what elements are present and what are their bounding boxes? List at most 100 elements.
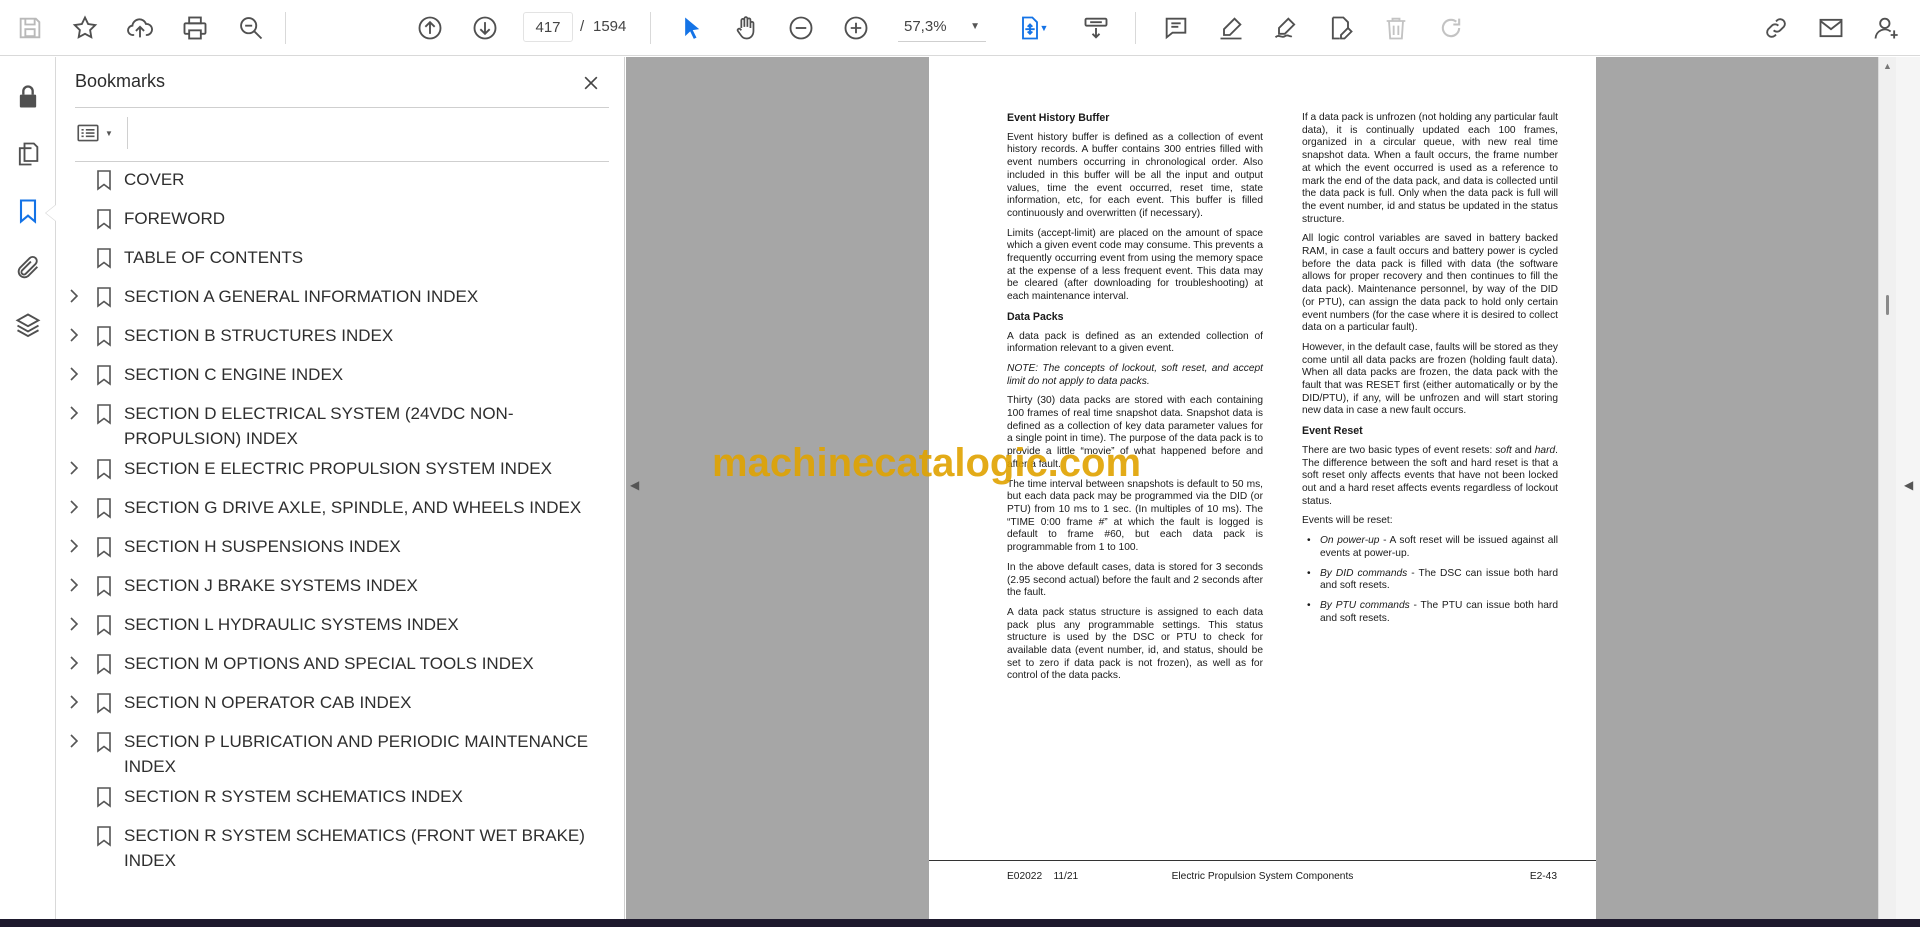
star-icon[interactable] (65, 8, 105, 48)
close-icon[interactable] (577, 69, 605, 97)
footer-page-number: E2-43 (1529, 871, 1557, 882)
chevron-right-icon[interactable] (67, 288, 81, 304)
bookmark-label: SECTION N OPERATOR CAB INDEX (124, 693, 412, 712)
paragraph: The time interval between snapshots is d… (1007, 478, 1263, 554)
text-run: soft (1495, 444, 1512, 456)
note: NOTE: The concepts of lockout, soft rese… (1007, 362, 1263, 387)
collapse-left-panel-icon[interactable]: ◀ (630, 478, 639, 492)
save-icon[interactable] (10, 8, 50, 48)
bookmarks-panel: Bookmarks ▼ COVER FOREWORD TABLE OF CONTEN… (57, 57, 625, 919)
paragraph: In the above default cases, data is stor… (1007, 561, 1263, 599)
chevron-right-icon[interactable] (67, 577, 81, 593)
vertical-scrollbar[interactable]: ▲ (1878, 57, 1896, 919)
chevron-right-icon[interactable] (67, 499, 81, 515)
bookmark-label: SECTION D ELECTRICAL SYSTEM (24VDC NON-P… (124, 404, 514, 448)
highlight-icon[interactable] (1211, 8, 1251, 48)
share-link-icon[interactable] (1756, 8, 1796, 48)
bookmark-label: SECTION J BRAKE SYSTEMS INDEX (124, 576, 418, 595)
section-heading: Data Packs (1007, 310, 1064, 323)
scrollbar-thumb[interactable] (1886, 295, 1889, 315)
chevron-right-icon[interactable] (67, 538, 81, 554)
page-separator: / (580, 18, 585, 35)
pdf-page: Event History Buffer Event history buffe… (929, 57, 1596, 919)
bookmark-options-button[interactable]: ▼ (75, 117, 123, 149)
chevron-down-icon: ▼ (970, 21, 980, 32)
upload-icon[interactable] (120, 8, 160, 48)
bookmark-label: SECTION L HYDRAULIC SYSTEMS INDEX (124, 615, 459, 634)
scroll-up-icon[interactable]: ▲ (1883, 61, 1892, 71)
bookmark-icon (95, 325, 113, 347)
bookmark-label: SECTION A GENERAL INFORMATION INDEX (124, 287, 479, 306)
zoom-value: 57,3% (904, 18, 947, 35)
paragraph: All logic control variables are saved in… (1302, 233, 1558, 334)
page-number-input[interactable]: 417 (523, 12, 573, 42)
divider (75, 107, 609, 108)
comment-icon[interactable] (1156, 8, 1196, 48)
zoom-search-icon[interactable] (231, 8, 271, 48)
bookmark-label: SECTION E ELECTRIC PROPULSION SYSTEM IND… (124, 459, 552, 478)
bookmark-icon (95, 403, 113, 425)
paragraph: There are two basic types of event reset… (1302, 445, 1558, 509)
bookmark-icon (95, 786, 113, 808)
chevron-right-icon[interactable] (67, 405, 81, 421)
bookmark-label: SECTION R SYSTEM SCHEMATICS INDEX (124, 787, 463, 806)
chevron-down-icon[interactable]: ▼ (1036, 8, 1052, 48)
paragraph: A data pack status structure is assigned… (1007, 606, 1263, 682)
bookmark-icon (95, 825, 113, 847)
chevron-right-icon[interactable] (67, 460, 81, 476)
paragraph: Event history buffer is defined as a col… (1007, 131, 1263, 219)
paragraph: Limits (accept-limit) are placed on the … (1007, 227, 1263, 303)
chevron-right-icon[interactable] (67, 694, 81, 710)
bookmark-icon (95, 169, 113, 191)
active-panel-pointer (46, 205, 56, 221)
bookmark-icon (95, 653, 113, 675)
chevron-down-icon: ▼ (105, 128, 113, 138)
chevron-right-icon[interactable] (67, 733, 81, 749)
bookmark-label: SECTION M OPTIONS AND SPECIAL TOOLS INDE… (124, 654, 534, 673)
edit-fill-icon[interactable] (1321, 8, 1361, 48)
zoom-in-icon[interactable] (836, 8, 876, 48)
print-icon[interactable] (175, 8, 215, 48)
prev-page-icon[interactable] (410, 8, 450, 48)
text-run: By DID commands (1320, 567, 1408, 579)
text-run: On power-up (1320, 535, 1380, 547)
paragraph: However, in the default case, faults wil… (1302, 341, 1558, 417)
account-icon[interactable] (1866, 8, 1906, 48)
bookmark-icon (95, 692, 113, 714)
sign-icon[interactable] (1266, 8, 1306, 48)
text-run: By PTU commands (1320, 599, 1410, 611)
bookmark-icon (95, 575, 113, 597)
select-cursor-icon[interactable] (671, 8, 711, 48)
bookmark-icon (95, 364, 113, 386)
list-item: On power-up - A soft reset will be issue… (1302, 535, 1558, 560)
page-column-left: Event History Buffer Event history buffe… (1007, 112, 1263, 690)
chevron-right-icon[interactable] (67, 327, 81, 343)
delete-icon[interactable] (1376, 8, 1416, 48)
chevron-right-icon[interactable] (67, 655, 81, 671)
zoom-select[interactable]: 57,3% ▼ (898, 12, 986, 42)
next-page-icon[interactable] (465, 8, 505, 48)
bookmark-label: SECTION H SUSPENSIONS INDEX (124, 537, 401, 556)
bookmark-icon (95, 497, 113, 519)
attachment-icon[interactable] (8, 248, 48, 288)
redo-icon[interactable] (1431, 8, 1471, 48)
bookmark-label: TABLE OF CONTENTS (124, 248, 304, 267)
hand-icon[interactable] (726, 8, 766, 48)
lock-icon[interactable] (8, 77, 48, 117)
chevron-right-icon[interactable] (67, 616, 81, 632)
bullet-list: On power-up - A soft reset will be issue… (1302, 535, 1558, 625)
footer-doc-code: E02022 11/21 (1007, 871, 1079, 882)
email-icon[interactable] (1811, 8, 1851, 48)
scroll-mode-icon[interactable] (1076, 8, 1116, 48)
panel-title: Bookmarks (75, 71, 166, 91)
expand-right-panel-icon[interactable]: ◀ (1904, 478, 1913, 492)
bookmark-icon (95, 208, 113, 230)
bookmark-icon[interactable] (8, 191, 48, 231)
paragraph: Events will be reset: (1302, 515, 1393, 527)
chevron-right-icon[interactable] (67, 366, 81, 382)
zoom-out-icon[interactable] (781, 8, 821, 48)
pages-icon[interactable] (8, 134, 48, 174)
page-total: 1594 (593, 18, 627, 35)
layers-icon[interactable] (8, 305, 48, 345)
text-run: hard (1534, 444, 1556, 456)
